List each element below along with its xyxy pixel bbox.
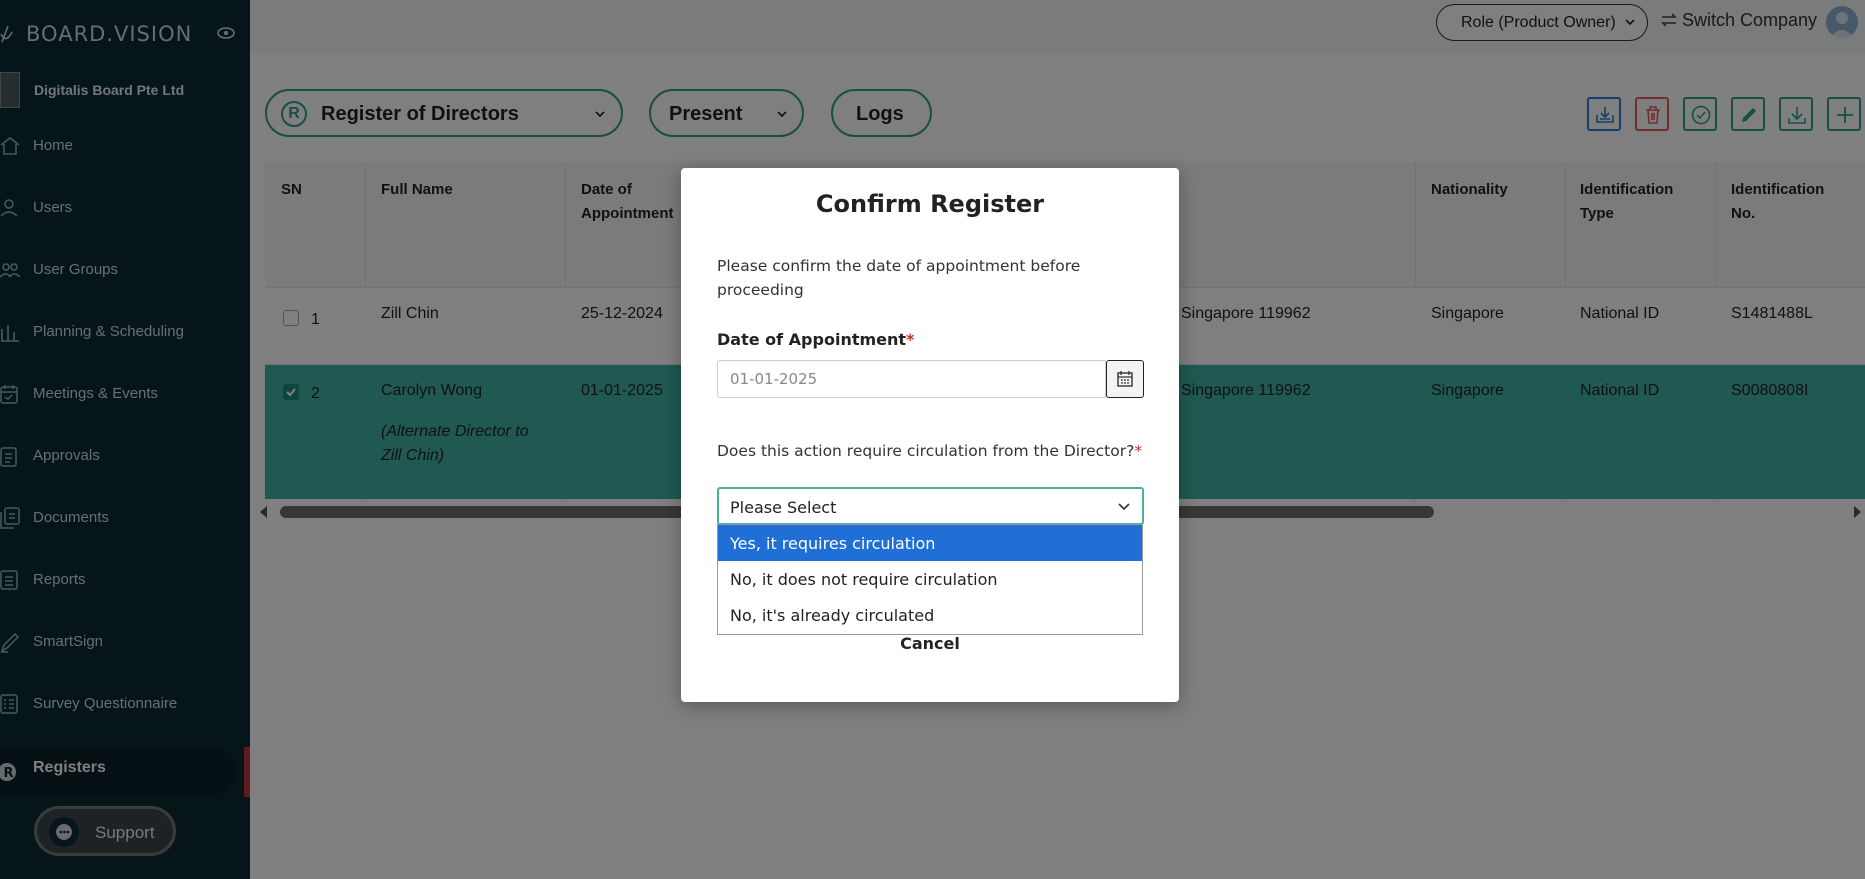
calendar-icon	[1117, 371, 1133, 387]
option-no-not-required[interactable]: No, it does not require circulation	[718, 561, 1142, 597]
date-label: Date of Appointment*	[717, 330, 914, 349]
date-of-appointment-input[interactable]	[717, 360, 1106, 398]
option-label: Yes, it requires circulation	[730, 534, 936, 553]
option-already-circulated[interactable]: No, it's already circulated	[718, 597, 1142, 633]
modal-title: Confirm Register	[815, 190, 1045, 218]
circulation-select-value: Please Select	[730, 498, 837, 517]
option-label: No, it's already circulated	[730, 606, 935, 625]
circulation-options-list: Yes, it requires circulation No, it does…	[717, 524, 1143, 635]
required-mark: *	[1134, 442, 1143, 460]
option-label: No, it does not require circulation	[730, 570, 998, 589]
cancel-button[interactable]: Cancel	[681, 634, 1179, 653]
calendar-button[interactable]	[1106, 360, 1144, 398]
modal-description: Please confirm the date of appointment b…	[717, 257, 1081, 299]
date-label-text: Date of Appointment	[717, 330, 907, 349]
circulation-question: Does this action require circulation fro…	[717, 442, 1142, 460]
chevron-down-icon	[1118, 503, 1130, 511]
circulation-select[interactable]: Please Select	[717, 487, 1144, 525]
circulation-question-text: Does this action require circulation fro…	[717, 442, 1135, 460]
option-yes-requires-circulation[interactable]: Yes, it requires circulation	[718, 525, 1142, 561]
required-mark: *	[906, 330, 915, 349]
